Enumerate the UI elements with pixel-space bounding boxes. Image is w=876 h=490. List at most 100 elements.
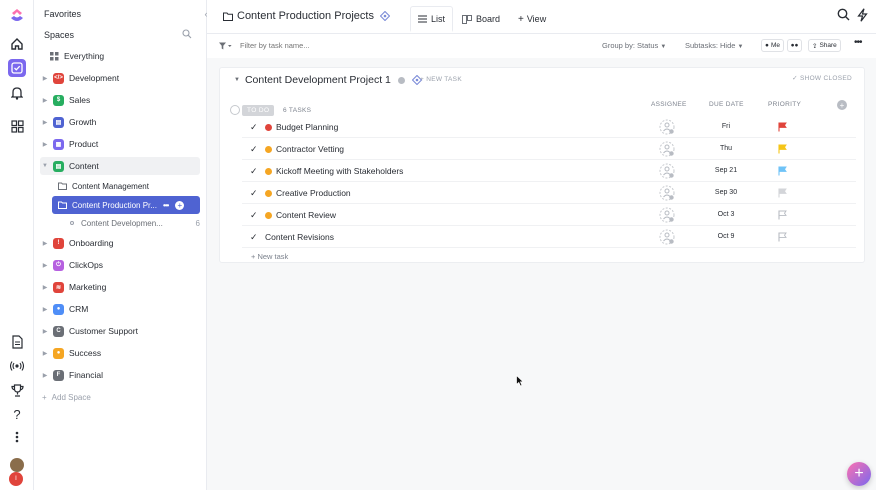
breadcrumb[interactable]: Content Production Projects bbox=[223, 10, 390, 22]
chevron-right-icon[interactable]: ▶ bbox=[40, 306, 50, 313]
assignee-placeholder-icon[interactable] bbox=[659, 119, 675, 135]
sidebar-item-everything[interactable]: Everything bbox=[40, 47, 200, 65]
filter-task-input[interactable] bbox=[240, 41, 360, 50]
chevron-right-icon[interactable]: ▶ bbox=[40, 75, 50, 82]
task-due-date[interactable]: Fri bbox=[706, 123, 746, 130]
sidebar-folder-content-production[interactable]: Content Production Pr... ••• + bbox=[52, 196, 200, 214]
complete-check-icon[interactable]: ✓ bbox=[250, 144, 258, 155]
docs-icon[interactable] bbox=[8, 333, 26, 351]
task-status-icon[interactable] bbox=[265, 168, 272, 175]
goals-trophy-icon[interactable] bbox=[8, 381, 26, 399]
task-name[interactable]: Kickoff Meeting with Stakeholders bbox=[276, 166, 403, 176]
show-closed-button[interactable]: ✓ SHOW CLOSED bbox=[792, 74, 852, 82]
user-avatar-photo[interactable] bbox=[10, 458, 24, 472]
sidebar-item-content[interactable]: ▼ ▤ Content bbox=[40, 157, 200, 175]
tab-board[interactable]: Board bbox=[455, 6, 507, 32]
column-header-assignee[interactable]: ASSIGNEE bbox=[651, 101, 687, 108]
list-header[interactable]: ▼ Content Development Project 1 bbox=[234, 74, 422, 86]
favorites-heading[interactable]: Favorites bbox=[44, 9, 81, 19]
chevron-right-icon[interactable]: ▶ bbox=[40, 372, 50, 379]
add-column-button[interactable]: + bbox=[837, 100, 847, 110]
task-name[interactable]: Contractor Vetting bbox=[276, 144, 344, 154]
chevron-right-icon[interactable]: ▶ bbox=[40, 328, 50, 335]
dashboards-icon[interactable] bbox=[8, 117, 26, 135]
global-search-icon[interactable] bbox=[837, 8, 851, 22]
task-due-date[interactable]: Thu bbox=[706, 145, 746, 152]
priority-flag-icon[interactable] bbox=[778, 210, 787, 220]
sidebar-folder-content-management[interactable]: Content Management bbox=[58, 177, 218, 195]
priority-flag-icon[interactable] bbox=[778, 122, 787, 132]
subtasks-dropdown[interactable]: Subtasks: Hide ▼ bbox=[685, 41, 744, 50]
sidebar-item-success[interactable]: ▶ ● Success bbox=[40, 344, 200, 362]
add-space-button[interactable]: + Add Space bbox=[42, 393, 91, 402]
task-due-date[interactable]: Oct 3 bbox=[706, 211, 746, 218]
task-due-date[interactable]: Oct 9 bbox=[706, 233, 746, 240]
sidebar-item-growth[interactable]: ▶ ▤ Growth bbox=[40, 113, 200, 131]
chevron-right-icon[interactable]: ▶ bbox=[40, 262, 50, 269]
task-due-date[interactable]: Sep 21 bbox=[706, 167, 746, 174]
assignee-placeholder-icon[interactable] bbox=[659, 229, 675, 245]
spaces-heading[interactable]: Spaces bbox=[44, 30, 74, 40]
sidebar-item-marketing[interactable]: ▶ ≋ Marketing bbox=[40, 278, 200, 296]
home-icon[interactable] bbox=[8, 35, 26, 53]
help-icon[interactable]: ? bbox=[8, 405, 26, 423]
sidebar-item-onboarding[interactable]: ▶! Onboarding bbox=[40, 234, 200, 252]
folder-more-icon[interactable]: ••• bbox=[163, 201, 169, 210]
notifications-bell-icon[interactable] bbox=[8, 84, 26, 102]
filter-icon[interactable] bbox=[219, 42, 232, 50]
task-row[interactable]: ✓ Creative Production Sep 30 bbox=[242, 183, 856, 204]
status-badge[interactable]: TO DO bbox=[242, 105, 275, 116]
search-icon[interactable] bbox=[182, 29, 194, 41]
tasks-icon[interactable] bbox=[8, 59, 26, 77]
column-header-due-date[interactable]: DUE DATE bbox=[709, 101, 744, 108]
sync-status-icon[interactable] bbox=[379, 11, 390, 21]
task-name[interactable]: Creative Production bbox=[276, 188, 351, 198]
chevron-right-icon[interactable]: ▶ bbox=[40, 350, 50, 357]
task-name[interactable]: Budget Planning bbox=[276, 122, 338, 132]
sidebar-item-customer-support[interactable]: ▶ C Customer Support bbox=[40, 322, 200, 340]
assignees-filter-button[interactable]: ●● bbox=[787, 39, 802, 52]
new-task-button[interactable]: + New task bbox=[251, 252, 288, 261]
task-row[interactable]: ✓ Contractor Vetting Thu bbox=[242, 139, 856, 160]
complete-check-icon[interactable]: ✓ bbox=[250, 188, 258, 199]
sidebar-item-financial[interactable]: ▶ F Financial bbox=[40, 366, 200, 384]
more-options-icon[interactable]: ••• bbox=[854, 37, 862, 48]
chevron-down-icon[interactable]: ▼ bbox=[40, 163, 50, 169]
task-name[interactable]: Content Revisions bbox=[265, 232, 334, 242]
chevron-right-icon[interactable]: ▶ bbox=[40, 240, 50, 247]
user-avatar-initial[interactable]: I bbox=[9, 472, 23, 486]
task-due-date[interactable]: Sep 30 bbox=[706, 189, 746, 196]
clickup-logo-icon[interactable] bbox=[8, 6, 26, 24]
priority-flag-icon[interactable] bbox=[778, 166, 787, 176]
task-row[interactable]: ✓ Kickoff Meeting with Stakeholders Sep 21 bbox=[242, 161, 856, 182]
complete-check-icon[interactable]: ✓ bbox=[250, 232, 258, 243]
task-name[interactable]: Content Review bbox=[276, 210, 336, 220]
chevron-right-icon[interactable]: ▶ bbox=[40, 284, 50, 291]
info-icon[interactable] bbox=[397, 76, 405, 84]
sidebar-item-sales[interactable]: ▶ $ Sales bbox=[40, 91, 200, 109]
add-view-button[interactable]: + View bbox=[511, 6, 553, 32]
task-row[interactable]: ✓ Content Review Oct 3 bbox=[242, 205, 856, 226]
new-task-header-button[interactable]: + NEW TASK bbox=[420, 76, 462, 83]
task-status-icon[interactable] bbox=[265, 212, 272, 219]
assignee-placeholder-icon[interactable] bbox=[659, 185, 675, 201]
tab-list[interactable]: List bbox=[410, 6, 454, 32]
sidebar-item-crm[interactable]: ▶ ● CRM bbox=[40, 300, 200, 318]
collapse-caret-icon[interactable]: ▼ bbox=[234, 77, 240, 83]
complete-check-icon[interactable]: ✓ bbox=[250, 122, 258, 133]
more-vertical-icon[interactable] bbox=[8, 428, 26, 446]
chevron-right-icon[interactable]: ▶ bbox=[40, 141, 50, 148]
sidebar-list-content-development[interactable]: Content Developmen... 6 bbox=[70, 214, 200, 232]
share-button[interactable]: ⇪ Share bbox=[808, 39, 841, 52]
complete-check-icon[interactable]: ✓ bbox=[250, 210, 258, 221]
automation-bolt-icon[interactable] bbox=[857, 8, 869, 22]
priority-flag-icon[interactable] bbox=[778, 232, 787, 242]
task-row[interactable]: ✓ Content Revisions Oct 9 bbox=[242, 227, 856, 248]
pulse-icon[interactable] bbox=[8, 357, 26, 375]
column-header-priority[interactable]: PRIORITY bbox=[768, 101, 801, 108]
priority-flag-icon[interactable] bbox=[778, 188, 787, 198]
chevron-right-icon[interactable]: ▶ bbox=[40, 97, 50, 104]
chevron-right-icon[interactable]: ▶ bbox=[40, 119, 50, 126]
assignee-placeholder-icon[interactable] bbox=[659, 207, 675, 223]
me-filter-button[interactable]: ● Me bbox=[761, 39, 784, 52]
